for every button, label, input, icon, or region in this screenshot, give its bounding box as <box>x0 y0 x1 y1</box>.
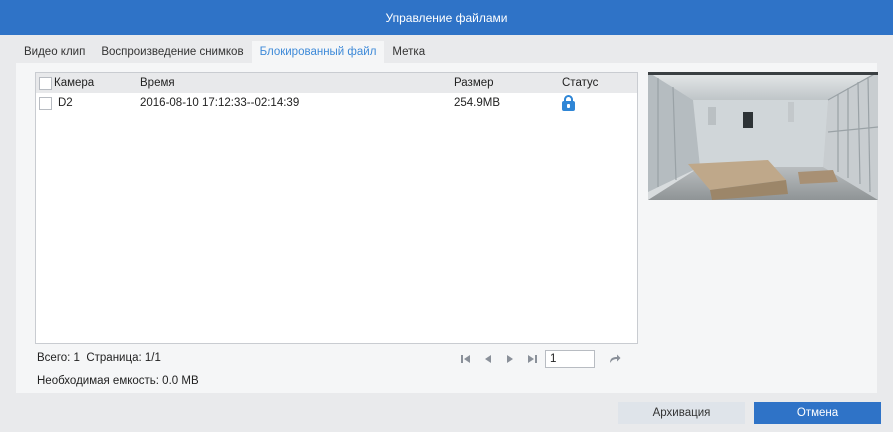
pagination <box>455 350 629 368</box>
column-header-status[interactable]: Статус <box>562 73 598 93</box>
table-header: Камера Время Размер Статус <box>36 73 637 93</box>
required-capacity: Необходимая емкость: 0.0 MB <box>37 375 199 387</box>
page-number-input[interactable] <box>545 350 595 368</box>
prev-page-button[interactable] <box>477 350 499 368</box>
next-page-button[interactable] <box>499 350 521 368</box>
window-title: Управление файлами <box>385 10 508 25</box>
row-checkbox[interactable] <box>39 97 52 110</box>
table-row[interactable]: D2 2016-08-10 17:12:33--02:14:39 254.9MB <box>36 93 637 113</box>
camera-snapshot-image <box>648 72 878 200</box>
total-count-label: Всего: 1 <box>37 352 80 364</box>
tab-video-clip[interactable]: Видео клип <box>16 41 93 63</box>
tab-snapshot-playback[interactable]: Воспроизведение снимков <box>93 41 251 63</box>
cell-time: 2016-08-10 17:12:33--02:14:39 <box>140 97 300 109</box>
column-header-size[interactable]: Размер <box>454 73 494 93</box>
cancel-button[interactable]: Отмена <box>754 402 881 424</box>
page-indicator: Страница: 1/1 <box>86 352 161 364</box>
select-all-checkbox[interactable] <box>39 77 52 90</box>
file-list: Камера Время Размер Статус D2 2016-08-10… <box>35 72 638 344</box>
last-page-button[interactable] <box>521 350 543 368</box>
cell-size: 254.9MB <box>454 97 501 109</box>
column-header-camera[interactable]: Камера <box>54 73 94 93</box>
tab-bar: Видео клип Воспроизведение снимков Блоки… <box>16 41 433 63</box>
tab-tag[interactable]: Метка <box>384 41 433 63</box>
column-header-time[interactable]: Время <box>140 73 175 93</box>
total-count: Всего: 1 Страница: 1/1 <box>37 352 161 364</box>
cell-camera: D2 <box>58 97 73 109</box>
window-titlebar: Управление файлами <box>0 0 893 35</box>
video-preview <box>648 72 878 200</box>
archive-button[interactable]: Архивация <box>618 402 745 424</box>
first-page-button[interactable] <box>455 350 477 368</box>
lock-icon[interactable] <box>562 95 575 111</box>
go-to-page-icon[interactable] <box>601 350 629 368</box>
tab-locked-file[interactable]: Блокированный файл <box>251 41 385 63</box>
